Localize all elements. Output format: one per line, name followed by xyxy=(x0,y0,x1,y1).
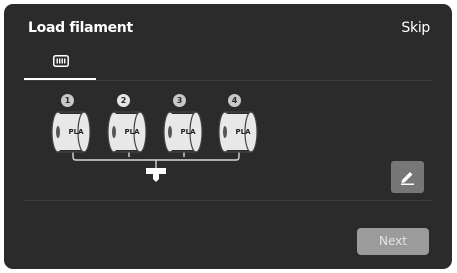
ams-slot-3[interactable]: 3 PLA xyxy=(163,94,207,160)
load-filament-screen: Load filament Skip 1 PLA 2 PLA 3 PLA 4 P… xyxy=(4,4,452,269)
ams-slot-1[interactable]: 1 PLA xyxy=(51,94,95,160)
slot-number-2: 2 xyxy=(117,94,130,107)
slot-material-label: PLA xyxy=(124,128,140,136)
footer-divider xyxy=(24,200,432,201)
slot-material-label: PLA xyxy=(68,128,84,136)
slot-number-3: 3 xyxy=(173,94,186,107)
ams-slot-2[interactable]: 2 PLA xyxy=(107,94,151,160)
slot-number-1: 1 xyxy=(61,94,74,107)
edit-button[interactable] xyxy=(391,161,424,193)
next-button[interactable]: Next xyxy=(357,228,429,255)
ams-slot-4[interactable]: 4 PLA xyxy=(218,94,262,160)
pencil-icon xyxy=(401,172,414,185)
slot-material-label: PLA xyxy=(180,128,196,136)
slot-material-label: PLA xyxy=(235,128,251,136)
slot-number-4: 4 xyxy=(228,94,241,107)
extruder-icon xyxy=(146,168,166,182)
